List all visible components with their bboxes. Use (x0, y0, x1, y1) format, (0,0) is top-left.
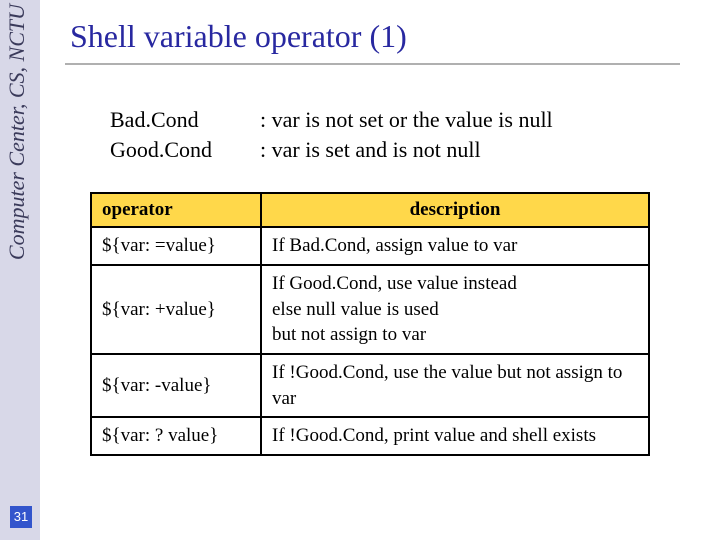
table-row: ${var: ? value} If !Good.Cond, print val… (91, 417, 649, 455)
definition-value: : var is not set or the value is null (260, 105, 690, 135)
definition-row: Good.Cond : var is set and is not null (110, 135, 690, 165)
table-header-operator: operator (91, 193, 261, 227)
definition-term: Good.Cond (110, 135, 260, 165)
definition-value: : var is set and is not null (260, 135, 690, 165)
description-cell: If !Good.Cond, use the value but not ass… (261, 354, 649, 417)
slide-title: Shell variable operator (1) (70, 18, 690, 55)
description-cell: If Bad.Cond, assign value to var (261, 227, 649, 265)
operator-cell: ${var: =value} (91, 227, 261, 265)
table-row: ${var: +value} If Good.Cond, use value i… (91, 265, 649, 354)
table-header-description: description (261, 193, 649, 227)
main-content: Shell variable operator (1) Bad.Cond : v… (70, 18, 690, 456)
operator-table: operator description ${var: =value} If B… (90, 192, 650, 455)
description-cell: If Good.Cond, use value insteadelse null… (261, 265, 649, 354)
definition-term: Bad.Cond (110, 105, 260, 135)
description-cell: If !Good.Cond, print value and shell exi… (261, 417, 649, 455)
table-row: ${var: =value} If Bad.Cond, assign value… (91, 227, 649, 265)
operator-cell: ${var: ? value} (91, 417, 261, 455)
definitions: Bad.Cond : var is not set or the value i… (110, 105, 690, 164)
slide-number: 31 (10, 506, 32, 528)
definition-row: Bad.Cond : var is not set or the value i… (110, 105, 690, 135)
institution-label: Computer Center, CS, NCTU (4, 4, 30, 260)
operator-cell: ${var: +value} (91, 265, 261, 354)
table-row: ${var: -value} If !Good.Cond, use the va… (91, 354, 649, 417)
operator-cell: ${var: -value} (91, 354, 261, 417)
title-underline (65, 63, 680, 65)
